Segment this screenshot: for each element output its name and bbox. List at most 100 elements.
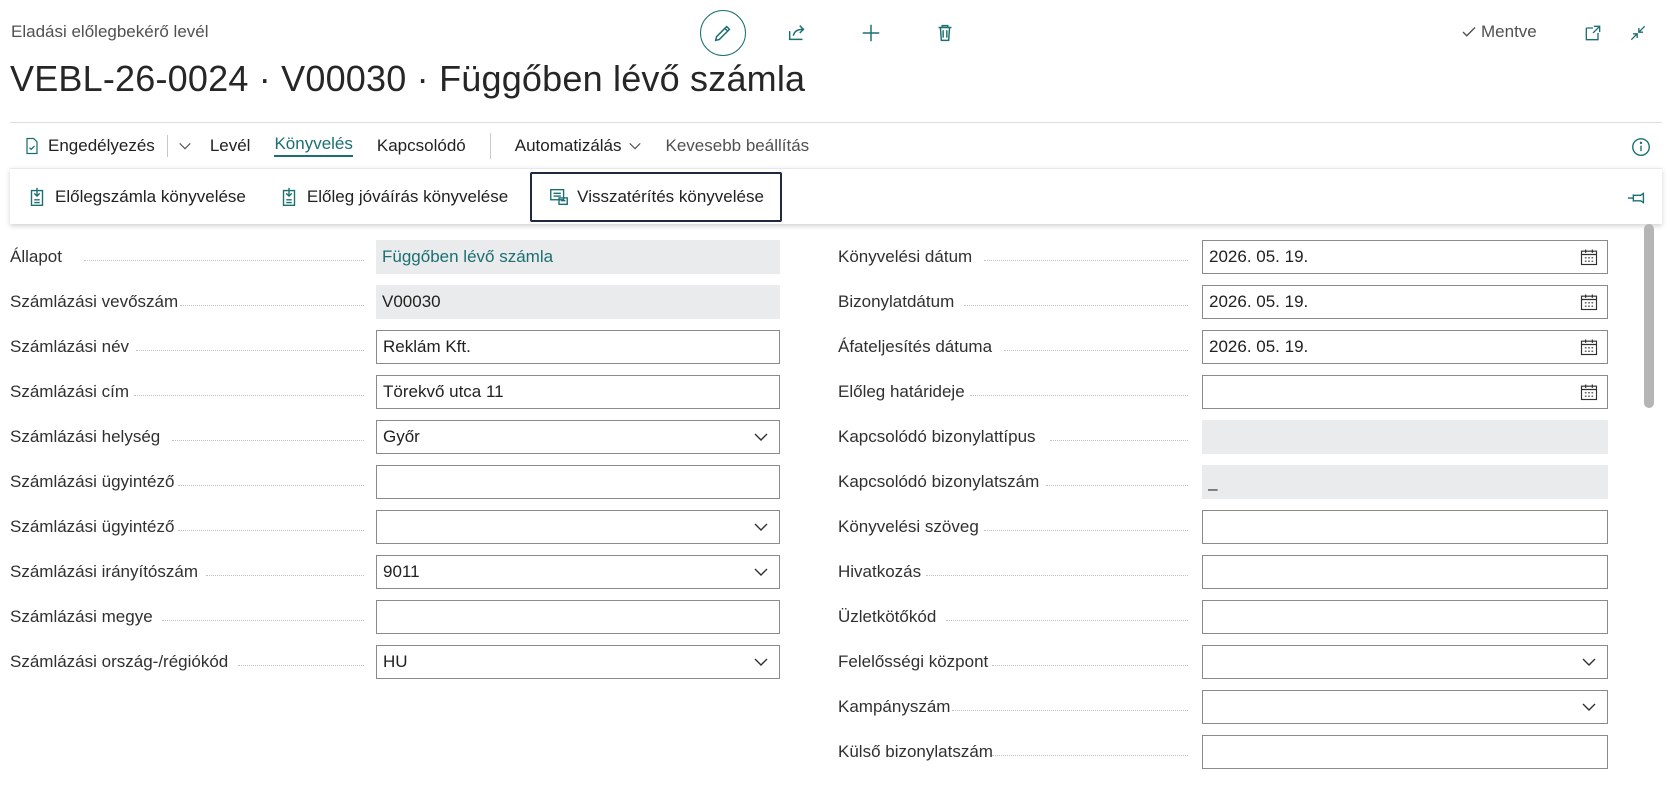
- collapse-button[interactable]: [1625, 20, 1651, 46]
- collapse-icon: [1630, 25, 1646, 41]
- bill-to-name-input[interactable]: Reklám Kft.: [376, 330, 780, 364]
- posting-label: Könyvelés: [274, 134, 353, 157]
- post-prepayment-invoice-label: Előlegszámla könyvelése: [55, 186, 246, 206]
- field-label: Kapcsolódó bizonylatszám: [838, 472, 1040, 491]
- chevron-down-icon: [1582, 703, 1596, 711]
- share-button[interactable]: [774, 10, 820, 56]
- prepayment-due-date-input[interactable]: [1202, 375, 1608, 409]
- field-label: Számlázási ügyintéző: [10, 517, 175, 536]
- field-label: Könyvelési dátum: [838, 247, 973, 266]
- bill-to-city-select[interactable]: Győr: [376, 420, 780, 454]
- field-label: Bizonylatdátum: [838, 292, 955, 311]
- automate-menu[interactable]: Automatizálás: [503, 130, 654, 162]
- field-vat-date: Áfateljesítés dátuma 2026. 05. 19.: [838, 330, 1618, 375]
- info-icon[interactable]: [1630, 136, 1652, 158]
- bill-to-customer-no-value: V00030: [376, 285, 780, 319]
- fewer-options-button[interactable]: Kevesebb beállítás: [654, 130, 822, 162]
- posting-menu[interactable]: Könyvelés: [262, 130, 364, 162]
- top-bar: Eladási előlegbekérő levél Mentve: [0, 0, 1678, 66]
- check-icon: [1462, 27, 1476, 37]
- field-label: Könyvelési szöveg: [838, 517, 979, 536]
- pencil-icon: [714, 25, 731, 42]
- calendar-icon[interactable]: [1579, 337, 1599, 357]
- field-label: Számlázási ország-/régiókód: [10, 652, 229, 671]
- external-document-no-input[interactable]: [1202, 735, 1608, 769]
- post-prepayment-invoice-button[interactable]: Előlegszámla könyvelése: [10, 172, 262, 222]
- approve-label: Engedélyezés: [48, 135, 155, 155]
- calendar-icon[interactable]: [1579, 382, 1599, 402]
- field-label: Számlázási név: [10, 337, 130, 356]
- field-label: Számlázási megye: [10, 607, 153, 626]
- field-bill-to-county: Számlázási megye: [10, 600, 790, 645]
- delete-button[interactable]: [922, 10, 968, 56]
- plus-icon: [862, 24, 880, 42]
- field-bill-to-contact-no: Számlázási ügyintéző: [10, 510, 790, 555]
- approve-button[interactable]: Engedélyezés: [10, 130, 163, 162]
- pin-icon[interactable]: [1626, 187, 1648, 209]
- approve-more-button[interactable]: [172, 130, 198, 162]
- calendar-icon[interactable]: [1579, 247, 1599, 267]
- left-field-column: Állapot Függőben lévő számla Számlázási …: [10, 240, 790, 690]
- new-button[interactable]: [848, 10, 894, 56]
- field-label: Állapot: [10, 247, 62, 266]
- record-toolbar: [700, 10, 996, 56]
- chevron-down-icon: [1582, 658, 1596, 666]
- field-related-document-no: Kapcsolódó bizonylatszám _: [838, 465, 1618, 510]
- field-label: Számlázási ügyintéző: [10, 472, 175, 491]
- responsibility-center-select[interactable]: [1202, 645, 1608, 679]
- chevron-down-icon: [754, 568, 768, 576]
- fewer-options-label: Kevesebb beállítás: [665, 135, 810, 155]
- field-label: Felelősségi központ: [838, 652, 989, 671]
- field-label: Áfateljesítés dátuma: [838, 337, 993, 356]
- related-menu[interactable]: Kapcsolódó: [365, 130, 478, 162]
- field-document-date: Bizonylatdátum 2026. 05. 19.: [838, 285, 1618, 330]
- post-refund-button[interactable]: Visszatérítés könyvelése: [530, 171, 782, 222]
- field-reference: Hivatkozás: [838, 555, 1618, 600]
- field-label: Előleg határideje: [838, 382, 965, 401]
- field-posting-description: Könyvelési szöveg: [838, 510, 1618, 555]
- field-label: Számlázási cím: [10, 382, 130, 401]
- chevron-down-icon: [179, 142, 191, 149]
- field-external-document-no: Külső bizonylatszám: [838, 735, 1618, 780]
- field-bill-to-address: Számlázási cím Törekvő utca 11: [10, 375, 790, 420]
- bill-to-county-input[interactable]: [376, 600, 780, 634]
- field-label: Számlázási irányítószám: [10, 562, 199, 581]
- scrollbar-thumb[interactable]: [1644, 224, 1654, 408]
- field-bill-to-contact: Számlázási ügyintéző: [10, 465, 790, 510]
- field-label: Számlázási helység: [10, 427, 161, 446]
- field-label: Számlázási vevőszám: [10, 292, 179, 311]
- bill-to-address-input[interactable]: Törekvő utca 11: [376, 375, 780, 409]
- salesperson-code-input[interactable]: [1202, 600, 1608, 634]
- bill-to-post-code-select[interactable]: 9011: [376, 555, 780, 589]
- open-in-new-window-icon: [1585, 25, 1601, 41]
- field-status: Állapot Függőben lévő számla: [10, 240, 790, 285]
- field-label: Üzletkötőkód: [838, 607, 937, 626]
- field-bill-to-post-code: Számlázási irányítószám 9011: [10, 555, 790, 600]
- bill-to-country-code-select[interactable]: HU: [376, 645, 780, 679]
- trash-icon: [938, 24, 952, 42]
- posting-date-input[interactable]: 2026. 05. 19.: [1202, 240, 1608, 274]
- field-related-document-type: Kapcsolódó bizonylattípus: [838, 420, 1618, 465]
- calendar-icon[interactable]: [1579, 292, 1599, 312]
- bill-to-contact-select[interactable]: [376, 510, 780, 544]
- document-approve-icon: [26, 137, 38, 154]
- field-bill-to-name: Számlázási név Reklám Kft.: [10, 330, 790, 375]
- page-caption: Eladási előlegbekérő levél: [11, 22, 209, 41]
- letter-menu[interactable]: Levél: [198, 130, 263, 162]
- bill-to-contact-input[interactable]: [376, 465, 780, 499]
- field-label: Külső bizonylatszám: [838, 742, 993, 761]
- posting-subactions: Előlegszámla könyvelése Előleg jóváírás …: [10, 168, 1662, 224]
- edit-button[interactable]: [700, 10, 746, 56]
- posting-description-input[interactable]: [1202, 510, 1608, 544]
- chevron-down-icon: [628, 142, 641, 149]
- field-campaign-no: Kampányszám: [838, 690, 1618, 735]
- reference-input[interactable]: [1202, 555, 1608, 589]
- post-prepayment-credit-button[interactable]: Előleg jóváírás könyvelése: [262, 172, 524, 222]
- campaign-no-select[interactable]: [1202, 690, 1608, 724]
- status-value: Függőben lévő számla: [376, 240, 780, 274]
- document-date-input[interactable]: 2026. 05. 19.: [1202, 285, 1608, 319]
- saved-status: Mentve: [1460, 22, 1537, 42]
- vat-date-input[interactable]: 2026. 05. 19.: [1202, 330, 1608, 364]
- open-new-window-button[interactable]: [1580, 20, 1606, 46]
- vertical-scrollbar[interactable]: [1644, 224, 1654, 786]
